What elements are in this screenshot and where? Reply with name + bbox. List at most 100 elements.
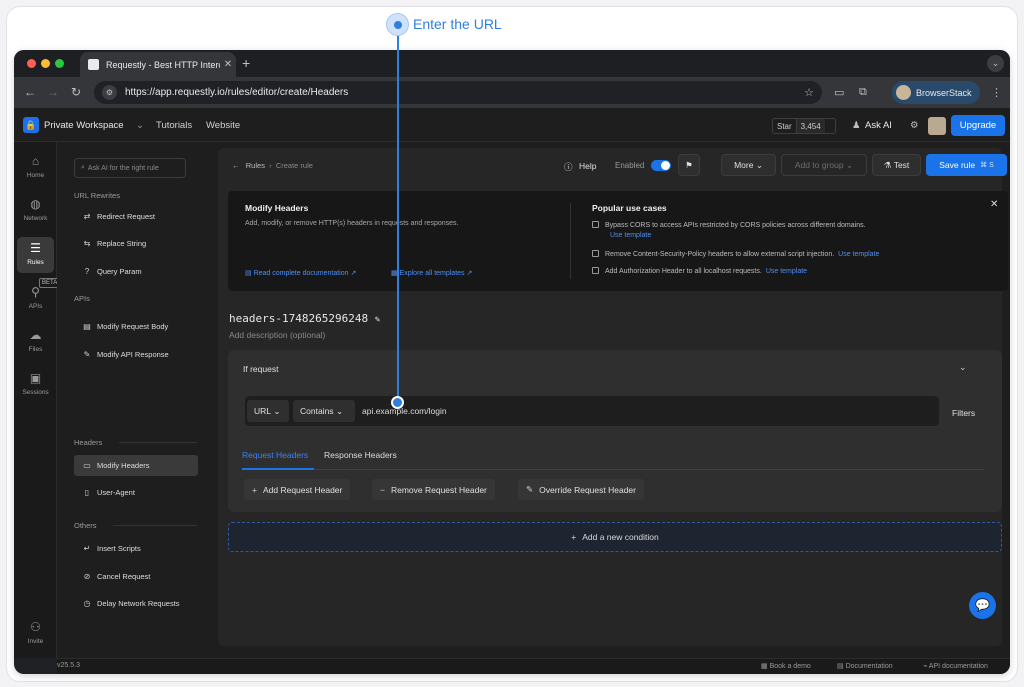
match-field-select[interactable]: URL ⌄ bbox=[247, 400, 289, 422]
sidebar-item-modify-headers[interactable]: ▭ Modify Headers bbox=[74, 455, 198, 476]
cast-icon[interactable]: ▭ bbox=[834, 86, 844, 99]
operator-select[interactable]: Contains ⌄ bbox=[293, 400, 355, 422]
video-icon: ▣ bbox=[29, 371, 42, 385]
breadcrumb-rules[interactable]: Rules bbox=[246, 161, 265, 170]
reload-icon[interactable]: ↻ bbox=[71, 85, 81, 99]
gear-icon[interactable]: ⚙ bbox=[910, 120, 919, 131]
sidebar-item-modify-api-response[interactable]: ✎ Modify API Response bbox=[74, 344, 198, 365]
callout-line bbox=[397, 32, 399, 402]
section-title-headers: Headers bbox=[74, 438, 103, 447]
add-request-header-button[interactable]: + Add Request Header bbox=[244, 479, 351, 500]
save-shortcut: ⌘ S bbox=[980, 162, 994, 169]
sidebar-item-insert-scripts[interactable]: ↵ Insert Scripts bbox=[74, 538, 198, 559]
breadcrumb: ← Rules › Create rule bbox=[232, 161, 313, 170]
use-template-link[interactable]: Use template bbox=[766, 268, 807, 275]
browser-tab[interactable]: Requestly - Best HTTP Interc ✕ bbox=[80, 52, 236, 77]
rule-name: headers-1748265296248 bbox=[229, 312, 369, 325]
rule-description-field[interactable]: Add description (optional) bbox=[229, 330, 325, 340]
ask-ai-button[interactable]: Ask AI bbox=[865, 120, 892, 131]
ask-ai-rule-input[interactable]: ⌕ Ask AI for the right rule bbox=[74, 158, 186, 178]
github-star-button[interactable]: Star 3,454 bbox=[772, 118, 836, 134]
use-case-text: Add Authorization Header to all localhos… bbox=[605, 268, 762, 275]
pencil-icon[interactable]: ✎ bbox=[375, 315, 380, 325]
rail-item-sessions[interactable]: ▣ Sessions bbox=[17, 367, 54, 403]
filters-button[interactable]: Filters bbox=[952, 408, 975, 418]
pin-button[interactable]: ⚑ bbox=[678, 154, 700, 176]
upgrade-button[interactable]: Upgrade bbox=[951, 115, 1005, 136]
rail-item-invite[interactable]: ⚇ Invite bbox=[17, 616, 54, 652]
sidebar-item-label: Insert Scripts bbox=[97, 544, 141, 553]
url-condition-row: URL ⌄ Contains ⌄ api.example.com/login bbox=[245, 396, 939, 426]
avatar[interactable] bbox=[928, 117, 946, 135]
rule-name-field[interactable]: headers-1748265296248 ✎ bbox=[229, 312, 380, 325]
explore-templates-link[interactable]: ▦ Explore all templates ↗ bbox=[391, 269, 472, 277]
add-condition-button[interactable]: + Add a new condition bbox=[228, 522, 1002, 552]
match-field-value: URL bbox=[254, 406, 272, 416]
cloud-icon: ☁ bbox=[29, 328, 42, 342]
site-settings-icon[interactable]: ⚙ bbox=[102, 85, 117, 100]
back-arrow-icon[interactable]: ← bbox=[232, 161, 240, 170]
back-arrow-icon[interactable]: ← bbox=[24, 85, 36, 99]
rail-label: Home bbox=[26, 172, 45, 179]
use-template-link[interactable]: Use template bbox=[838, 251, 879, 258]
minus-icon: − bbox=[380, 484, 385, 495]
workspace-selector[interactable]: Private Workspace bbox=[44, 120, 124, 131]
documentation-link[interactable]: ▤ Documentation bbox=[837, 662, 893, 670]
website-link[interactable]: Website bbox=[206, 120, 240, 131]
api-documentation-link[interactable]: ⌁ API documentation bbox=[923, 662, 988, 670]
bookmark-star-icon[interactable]: ☆ bbox=[804, 86, 814, 99]
rail-item-rules[interactable]: ☰ Rules bbox=[17, 237, 54, 273]
enabled-label: Enabled bbox=[615, 161, 645, 170]
popular-use-cases-title: Popular use cases bbox=[592, 203, 667, 213]
sidebar-item-query-param[interactable]: ? Query Param bbox=[74, 261, 198, 282]
override-request-header-label: Override Request Header bbox=[539, 484, 636, 495]
chevron-down-icon[interactable]: ⌄ bbox=[959, 362, 967, 373]
sidebar-item-delay-network-requests[interactable]: ◷ Delay Network Requests bbox=[74, 593, 198, 614]
rail-item-network[interactable]: ◍ Network bbox=[17, 193, 54, 229]
requestly-favicon-icon bbox=[88, 59, 99, 70]
address-bar[interactable]: ⚙ https://app.requestly.io/rules/editor/… bbox=[94, 81, 822, 104]
maximize-window-button[interactable] bbox=[55, 59, 64, 68]
close-tab-icon[interactable]: ✕ bbox=[220, 59, 236, 70]
save-rule-button[interactable]: Save rule ⌘ S bbox=[926, 154, 1007, 176]
rail-item-home[interactable]: ⌂ Home bbox=[17, 150, 54, 186]
tutorials-link[interactable]: Tutorials bbox=[156, 120, 192, 131]
profile-button[interactable]: BrowserStack bbox=[892, 81, 980, 104]
read-docs-link[interactable]: ▤ Read complete documentation ↗ bbox=[245, 269, 356, 277]
chevron-down-icon[interactable]: ⌄ bbox=[136, 120, 144, 131]
forward-arrow-icon[interactable]: → bbox=[47, 85, 59, 99]
remove-request-header-button[interactable]: − Remove Request Header bbox=[372, 479, 495, 500]
callout-label: Enter the URL bbox=[413, 16, 502, 32]
override-request-header-button[interactable]: ✎ Override Request Header bbox=[518, 479, 644, 500]
sidebar-item-cancel-request[interactable]: ⊘ Cancel Request bbox=[74, 566, 198, 587]
sidebar-item-label: Modify API Response bbox=[97, 350, 169, 359]
close-window-button[interactable] bbox=[27, 59, 36, 68]
sidebar-item-modify-request-body[interactable]: ▤ Modify Request Body bbox=[74, 316, 198, 337]
book-demo-link[interactable]: ▦ Book a demo bbox=[761, 662, 811, 670]
rule-editor: ← Rules › Create rule ⓘ Help Enabled ⚑ M… bbox=[205, 142, 1010, 658]
help-link[interactable]: Help bbox=[579, 161, 596, 171]
help-icon[interactable]: ⓘ bbox=[564, 161, 573, 173]
rail-label: APIs bbox=[28, 303, 43, 310]
url-input[interactable]: api.example.com/login bbox=[362, 406, 447, 416]
tab-response-headers[interactable]: Response Headers bbox=[324, 450, 397, 460]
sidebar-item-redirect-request[interactable]: ⇄ Redirect Request bbox=[74, 206, 198, 227]
chat-icon[interactable]: 💬 bbox=[969, 592, 996, 619]
tab-search-icon[interactable]: ⌄ bbox=[987, 55, 1004, 72]
sidebar-item-replace-string[interactable]: ⇆ Replace String bbox=[74, 233, 198, 254]
app-footer: v25.5.3 ▦ Book a demo ▤ Documentation ⌁ … bbox=[57, 658, 1010, 674]
lock-icon: 🔒 bbox=[23, 117, 39, 133]
kebab-menu-icon[interactable]: ⋮ bbox=[991, 86, 1002, 99]
extensions-puzzle-icon[interactable]: ⧉ bbox=[859, 86, 867, 99]
tab-request-headers[interactable]: Request Headers bbox=[242, 450, 308, 460]
new-tab-button[interactable]: + bbox=[242, 55, 250, 71]
sidebar-item-user-agent[interactable]: ▯ User-Agent bbox=[74, 482, 198, 503]
minimize-window-button[interactable] bbox=[41, 59, 50, 68]
rail-item-files[interactable]: ☁ Files bbox=[17, 324, 54, 360]
use-template-link[interactable]: Use template bbox=[606, 232, 651, 239]
close-icon[interactable]: ✕ bbox=[990, 199, 998, 210]
test-button[interactable]: ⚗ Test bbox=[872, 154, 921, 176]
add-to-group-dropdown[interactable]: Add to group ⌄ bbox=[781, 154, 867, 176]
more-dropdown[interactable]: More ⌄ bbox=[721, 154, 776, 176]
enabled-toggle[interactable] bbox=[651, 160, 671, 171]
